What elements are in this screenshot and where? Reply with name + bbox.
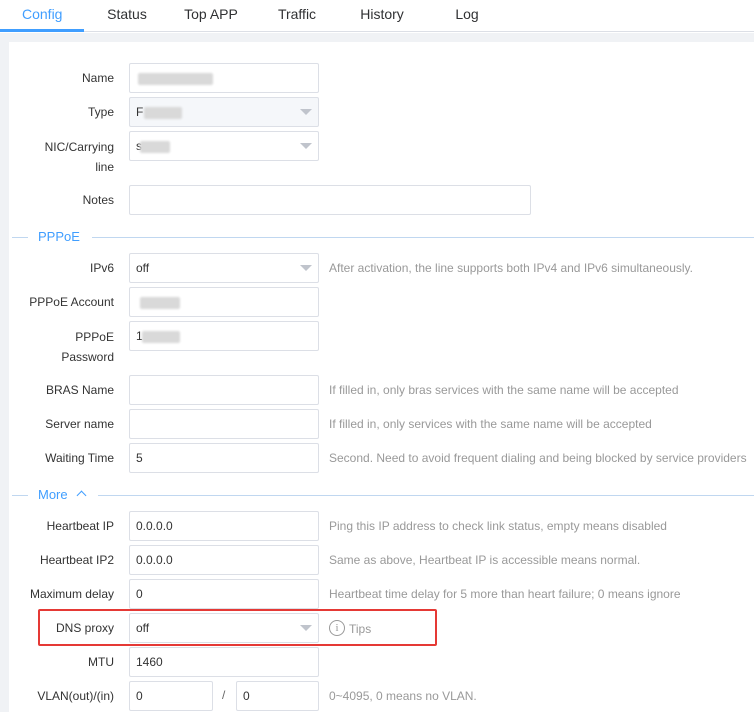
waiting-time-label: Waiting Time (45, 451, 114, 465)
vlan-hint: 0~4095, 0 means no VLAN. (329, 689, 477, 703)
more-section-header[interactable]: More (12, 487, 754, 503)
pppoe-section-title: PPPoE (38, 229, 80, 244)
notes-label: Notes (82, 193, 114, 207)
pppoe-account-input[interactable] (129, 287, 319, 317)
tab-history[interactable]: History (359, 6, 405, 32)
pppoe-section-header: PPPoE (12, 229, 754, 245)
tab-bar: Config Status Top APP Traffic History Lo… (0, 0, 754, 32)
ipv6-value: off (136, 261, 150, 275)
bras-name-label: BRAS Name (45, 383, 114, 397)
chevron-down-icon (300, 109, 312, 115)
redacted-value (138, 73, 213, 85)
vlan-out-input[interactable]: 0 (129, 681, 213, 711)
bras-name-hint: If filled in, only bras services with th… (329, 383, 679, 397)
heartbeat-ip2-label: Heartbeat IP2 (39, 553, 114, 567)
pppoe-password-input[interactable]: 1 (129, 321, 319, 351)
waiting-time-input[interactable]: 5 (129, 443, 319, 473)
pppoe-account-label: PPPoE Account (29, 295, 114, 309)
redacted-value (142, 331, 180, 343)
dns-proxy-highlight-box (38, 609, 437, 646)
max-delay-hint: Heartbeat time delay for 5 more than hea… (329, 587, 681, 601)
active-tab-indicator (0, 29, 84, 32)
ipv6-select[interactable]: off (129, 253, 319, 283)
vlan-label: VLAN(out)/(in) (37, 689, 114, 703)
vlan-separator: / (222, 688, 226, 702)
pppoe-password-label: PPPoE Password (61, 330, 114, 364)
heartbeat-ip2-input[interactable]: 0.0.0.0 (129, 545, 319, 575)
notes-input[interactable] (129, 185, 531, 215)
type-value: F (136, 105, 144, 119)
tab-top-app[interactable]: Top APP (183, 6, 239, 32)
heartbeat-ip2-hint: Same as above, Heartbeat IP is accessibl… (329, 553, 641, 567)
type-select[interactable]: F (129, 97, 319, 127)
heartbeat-ip-input[interactable]: 0.0.0.0 (129, 511, 319, 541)
tab-status[interactable]: Status (107, 6, 147, 32)
bras-name-input[interactable] (129, 375, 319, 405)
heartbeat-ip-label: Heartbeat IP (46, 519, 114, 533)
heartbeat-ip-hint: Ping this IP address to check link statu… (329, 519, 667, 533)
ipv6-hint: After activation, the line supports both… (329, 261, 693, 275)
vlan-in-input[interactable]: 0 (236, 681, 319, 711)
redacted-value (144, 107, 182, 119)
tab-log[interactable]: Log (454, 6, 480, 32)
chevron-down-icon (300, 143, 312, 149)
name-label: Name (81, 71, 114, 85)
more-section-title[interactable]: More (38, 487, 68, 503)
chevron-down-icon (300, 265, 312, 271)
divider (12, 237, 28, 238)
server-name-input[interactable] (129, 409, 319, 439)
max-delay-input[interactable]: 0 (129, 579, 319, 609)
chevron-up-icon[interactable] (76, 490, 87, 501)
nic-select[interactable]: s (129, 131, 319, 161)
divider (92, 237, 754, 238)
divider (98, 495, 754, 496)
max-delay-label: Maximum delay (29, 587, 114, 601)
mtu-label: MTU (88, 655, 114, 669)
name-input[interactable] (129, 63, 319, 93)
server-name-label: Server name (45, 417, 114, 431)
server-name-hint: If filled in, only services with the sam… (329, 417, 652, 431)
nic-label: NIC/Carrying line (44, 140, 114, 174)
tab-traffic[interactable]: Traffic (277, 6, 317, 32)
ipv6-label: IPv6 (89, 261, 114, 275)
mtu-input[interactable]: 1460 (129, 647, 319, 677)
redacted-value (140, 141, 170, 153)
redacted-value (140, 297, 180, 309)
type-label: Type (87, 105, 114, 119)
divider (12, 495, 28, 496)
waiting-time-hint: Second. Need to avoid frequent dialing a… (329, 451, 747, 465)
